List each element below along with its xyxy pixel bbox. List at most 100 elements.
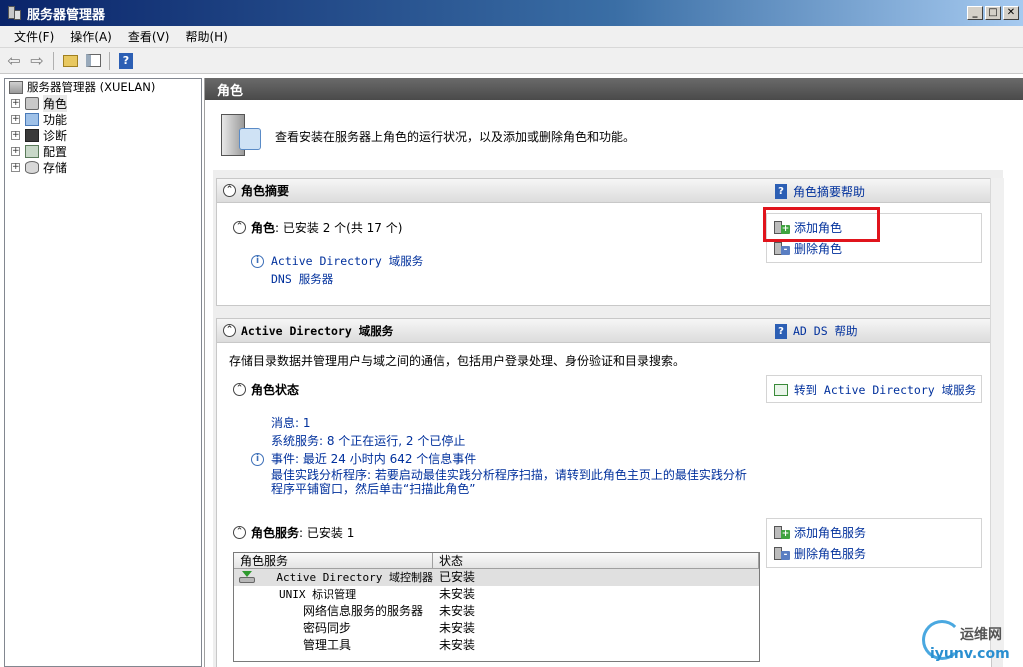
role-link-dns[interactable]: DNS 服务器	[271, 271, 333, 287]
role-services-tasks: + 添加角色服务 - 删除角色服务	[766, 518, 982, 568]
role-services-table: 角色服务 状态 Active Directory 域控制器 已安装 UNIX 标…	[233, 552, 760, 662]
adds-header[interactable]: ⌃ Active Directory 域服务 ? AD DS 帮助	[217, 319, 991, 343]
close-button[interactable]: ✕	[1003, 6, 1019, 20]
help-link-label: 角色摘要帮助	[793, 185, 866, 199]
tree-node-diagnostics[interactable]: + 诊断	[5, 127, 201, 143]
expand-icon[interactable]: +	[11, 98, 20, 108]
collapse-chevron-icon[interactable]: ⌃	[233, 221, 246, 234]
roles-summary-header[interactable]: ⌃ 角色摘要 ? 角色摘要帮助	[217, 179, 991, 203]
service-name: 密码同步	[303, 621, 352, 635]
tree-node-label: 功能	[43, 112, 68, 127]
table-row[interactable]: UNIX 标识管理 未安装	[234, 586, 759, 603]
installed-service-icon	[239, 571, 255, 584]
add-role-service-icon: +	[773, 525, 790, 540]
up-folder-icon[interactable]	[60, 51, 80, 71]
service-status: 未安装	[439, 638, 476, 652]
watermark-logo: 运维网 iyunv.com	[918, 616, 1023, 667]
expand-icon[interactable]: +	[11, 130, 20, 140]
window-title: 服务器管理器	[27, 7, 106, 23]
add-role-services-link[interactable]: + 添加角色服务	[773, 524, 866, 541]
roles-label: 角色	[251, 221, 276, 235]
service-status: 未安装	[439, 587, 476, 601]
events-link[interactable]: 事件: 最近 24 小时内 642 个信息事件	[271, 450, 476, 468]
service-name: 网络信息服务的服务器	[303, 604, 424, 618]
features-icon	[25, 112, 39, 126]
expand-icon[interactable]: +	[11, 114, 20, 124]
maximize-button[interactable]: □	[985, 6, 1001, 20]
info-icon: i	[251, 452, 264, 466]
remove-role-services-link[interactable]: - 删除角色服务	[773, 545, 866, 562]
toolbar-separator	[109, 51, 110, 70]
role-status-subheader: ⌃ 角色状态	[233, 381, 299, 398]
remove-roles-label: 删除角色	[794, 242, 843, 256]
vertical-scrollbar[interactable]	[990, 178, 1004, 658]
show-hide-tree-icon[interactable]	[83, 51, 103, 71]
forward-arrow-icon[interactable]: ⇨	[27, 51, 47, 71]
info-icon: i	[251, 254, 264, 268]
section-title: Active Directory 域服务	[241, 323, 394, 338]
tree-node-roles[interactable]: + 角色	[5, 94, 201, 112]
collapse-chevron-icon[interactable]: ⌃	[223, 184, 236, 197]
tree-node-features[interactable]: + 功能	[5, 111, 201, 127]
roles-panel: 角色 查看安装在服务器上角色的运行状况，以及添加或删除角色和功能。 ⌃ 角色摘要…	[204, 78, 1023, 667]
role-status-label: 角色状态	[251, 383, 300, 397]
remove-roles-link[interactable]: - 删除角色	[773, 240, 842, 257]
table-header: 角色服务 状态	[234, 553, 759, 569]
help-icon: ?	[775, 323, 787, 339]
tree-node-storage[interactable]: + 存储	[5, 159, 201, 175]
tree-node-configuration[interactable]: + 配置	[5, 143, 201, 159]
back-arrow-icon[interactable]: ⇦	[4, 51, 24, 71]
installed-roles-list: i Active Directory 域服务 DNS 服务器	[251, 252, 423, 288]
column-header-status[interactable]: 状态	[433, 553, 759, 568]
role-link-adds[interactable]: Active Directory 域服务	[271, 253, 423, 269]
server-icon	[9, 80, 23, 94]
expand-icon[interactable]: +	[11, 146, 20, 156]
bpa-link[interactable]: 最佳实践分析程序: 若要启动最佳实践分析程序扫描，请转到此角色主页上的最佳实践分…	[251, 468, 747, 496]
roles-icon	[25, 96, 39, 110]
help-icon[interactable]: ?	[116, 51, 136, 71]
table-row[interactable]: 管理工具 未安装	[234, 637, 759, 654]
menu-help[interactable]: 帮助(H)	[177, 28, 235, 45]
collapse-chevron-icon[interactable]: ⌃	[233, 526, 246, 539]
table-row[interactable]: 密码同步 未安装	[234, 620, 759, 637]
watermark-url: iyunv.com	[930, 646, 1010, 662]
expand-icon[interactable]: +	[11, 162, 20, 172]
role-services-subheader: ⌃ 角色服务 : 已安装 1	[233, 524, 354, 541]
roles-count: : 已安装 2 个(共 17 个)	[275, 221, 403, 235]
help-icon: ?	[775, 184, 787, 199]
highlight-annotation	[763, 207, 880, 242]
column-header-role-service[interactable]: 角色服务	[234, 553, 433, 568]
adds-help-link[interactable]: ? AD DS 帮助	[775, 323, 858, 339]
collapse-chevron-icon[interactable]: ⌃	[233, 383, 246, 396]
collapse-chevron-icon[interactable]: ⌃	[223, 324, 236, 337]
minimize-button[interactable]: _	[967, 6, 983, 20]
menu-view[interactable]: 查看(V)	[120, 28, 178, 45]
roles-summary-section: ⌃ 角色摘要 ? 角色摘要帮助 ⌃ 角色 : 已安装 2 个(共 17 个) i…	[216, 178, 992, 306]
intro-text: 查看安装在服务器上角色的运行状况，以及添加或删除角色和功能。	[275, 129, 636, 144]
tree-root-server-manager[interactable]: 服务器管理器 (XUELAN)	[5, 79, 201, 95]
adds-description: 存储目录数据并管理用户与域之间的通信，包括用户登录处理、身份验证和目录搜索。	[229, 354, 686, 368]
service-status: 已安装	[439, 570, 476, 584]
goto-icon	[773, 383, 789, 397]
adds-section: ⌃ Active Directory 域服务 ? AD DS 帮助 存储目录数据…	[216, 318, 992, 667]
tree-node-label: 存储	[43, 160, 68, 175]
system-services-link[interactable]: 系统服务: 8 个正在运行, 2 个已停止	[251, 432, 747, 450]
menu-action[interactable]: 操作(A)	[62, 28, 120, 45]
roles-summary-help-link[interactable]: ? 角色摘要帮助	[775, 183, 865, 200]
table-row[interactable]: 网络信息服务的服务器 未安装	[234, 603, 759, 620]
goto-adds-link[interactable]: 转到 Active Directory 域服务	[773, 382, 976, 398]
diagnostics-icon	[25, 128, 39, 142]
toolbar: ⇦ ⇨ ?	[0, 48, 1023, 74]
navigation-tree: 服务器管理器 (XUELAN) + 角色 + 功能 + 诊断 + 配置 + 存储	[4, 78, 202, 667]
messages-link[interactable]: 消息: 1	[251, 414, 747, 432]
role-status-details: 消息: 1 系统服务: 8 个正在运行, 2 个已停止 i 事件: 最近 24 …	[251, 414, 747, 496]
menu-file[interactable]: 文件(F)	[6, 28, 62, 45]
service-name: 管理工具	[303, 638, 352, 652]
tree-node-label: 角色	[43, 94, 68, 112]
table-row[interactable]: Active Directory 域控制器 已安装	[234, 569, 759, 586]
remove-role-icon: -	[773, 241, 790, 256]
storage-icon	[25, 160, 39, 174]
roles-server-icon	[217, 112, 263, 160]
goto-adds-label: 转到 Active Directory 域服务	[794, 383, 977, 397]
watermark-text: 运维网	[960, 627, 1002, 643]
